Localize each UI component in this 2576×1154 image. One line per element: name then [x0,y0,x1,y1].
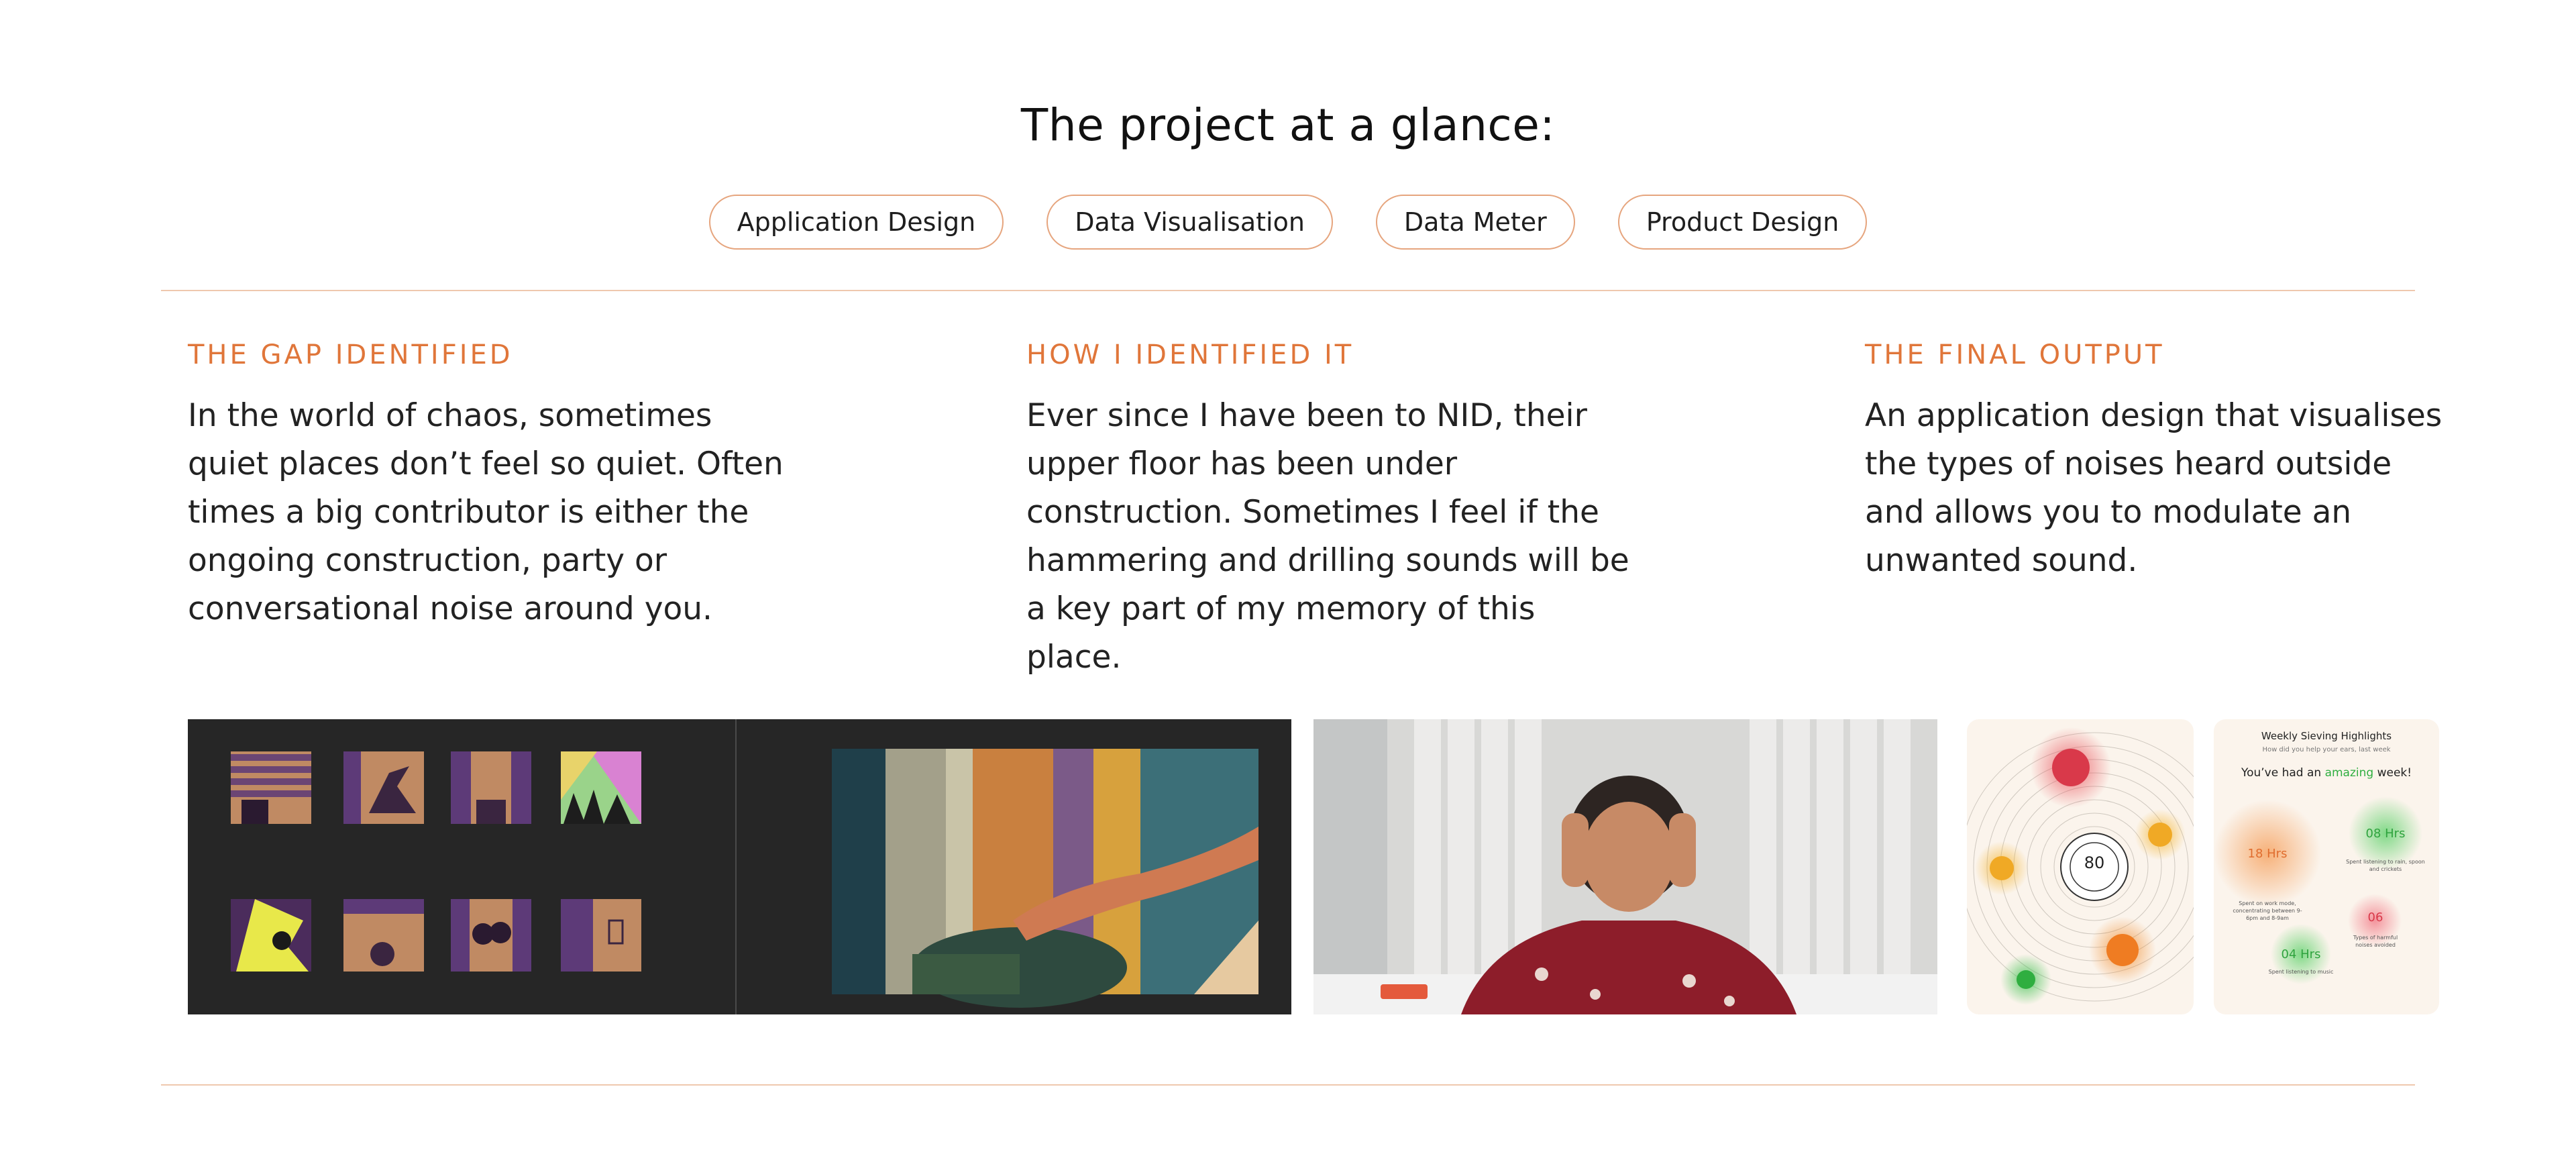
app-screen-noise-map: 80 [1967,719,2194,1014]
photo-graphic [1313,719,1937,1014]
column-body: Ever since I have been to NID, their upp… [1026,392,1630,682]
column-heading: HOW I IDENTIFIED IT [1026,339,1354,370]
tag-product-design[interactable]: Product Design [1617,195,1868,250]
column-heading: THE GAP IDENTIFIED [188,339,513,370]
stat-music: 04 Hrs Spent listening to music [2261,947,2341,976]
column-body: In the world of chaos, sometimes quiet p… [188,392,792,633]
stat-ambient: 08 Hrs Spent listening to rain, spoon an… [2345,827,2426,873]
body-line: hammering and drilling sounds will be [1026,542,1629,579]
storyboard-illustration-graphic [188,719,1291,1014]
stat-harmful-noises: 06 Types of harmful noises avoided [2345,910,2406,949]
highlights-title: Weekly Sieving Highlights [2261,730,2392,742]
body-line: times a big contributor is either the [188,494,749,531]
column-how-identified: HOW I IDENTIFIED IT Ever since I have be… [1026,339,1630,682]
body-line: ongoing construction, party or [188,542,667,579]
body-line: unwanted sound. [1865,542,2138,579]
column-final-output: THE FINAL OUTPUT An application design t… [1865,339,2469,585]
stat-value: 04 Hrs [2281,947,2321,961]
body-line: a key part of my memory of this place. [1026,590,1536,676]
stat-label: Types of harmful noises avoided [2353,935,2398,948]
stat-label: Spent listening to music [2268,969,2334,975]
stat-work-mode: 18 Hrs Spent on work mode, concentrating… [2227,847,2308,922]
stat-label: Spent on work mode, concentrating betwee… [2233,900,2302,921]
headline-suffix: week! [2373,766,2412,780]
tag-list: Application Design Data Visualisation Da… [0,195,2576,250]
stat-value: 18 Hrs [2247,847,2288,861]
center-db-value: 80 [2084,853,2105,872]
stat-label: Spent listening to rain, spoon and crick… [2346,859,2425,872]
photo-person-covering-ears [1313,719,1937,1014]
highlights-headline: You’ve had an amazing week! [2214,766,2439,780]
body-line: upper floor has been under [1026,445,1458,482]
storyboard-illustration [188,719,1291,1014]
column-body: An application design that visualises th… [1865,392,2469,585]
bottom-divider [161,1084,2415,1086]
body-line: conversational noise around you. [188,590,712,627]
page-title: The project at a glance: [1020,99,1556,151]
body-line: An application design that visualises [1865,397,2443,434]
stat-value: 08 Hrs [2365,827,2406,841]
highlights-subtitle: How did you help your ears, last week [2262,746,2391,753]
headline-prefix: You’ve had an [2241,766,2325,780]
stat-value: 06 [2367,910,2383,925]
body-line: In the world of chaos, sometimes [188,397,712,434]
tag-data-meter[interactable]: Data Meter [1375,195,1575,250]
body-line: construction. Sometimes I feel if the [1026,494,1599,531]
body-line: quiet places don’t feel so quiet. Often [188,445,784,482]
headline-accent: amazing [2324,766,2374,780]
body-line: the types of noises heard outside [1865,445,2392,482]
tag-data-visualisation[interactable]: Data Visualisation [1046,195,1333,250]
body-line: and allows you to modulate an [1865,494,2352,531]
column-gap-identified: THE GAP IDENTIFIED In the world of chaos… [188,339,792,633]
top-divider [161,290,2415,291]
tag-application-design[interactable]: Application Design [708,195,1004,250]
body-line: Ever since I have been to NID, their [1026,397,1587,434]
app-screen-weekly-highlights: Weekly Sieving Highlights How did you he… [2214,719,2439,1014]
column-heading: THE FINAL OUTPUT [1865,339,2165,370]
